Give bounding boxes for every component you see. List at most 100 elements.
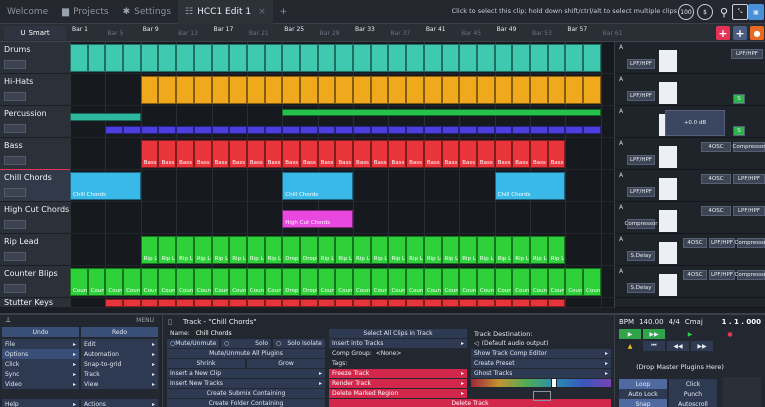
track-header[interactable]: Bass <box>0 138 70 170</box>
automation-label[interactable]: A <box>619 172 623 179</box>
tempo-display[interactable]: BPM 140.00 4/4 Cmaj <box>619 318 703 326</box>
clip[interactable]: Bass <box>494 140 513 168</box>
clip[interactable]: Counter Bl... <box>476 268 495 296</box>
clip[interactable]: Bass <box>388 140 407 168</box>
color-selector-handle[interactable] <box>551 378 557 388</box>
plugin-slot[interactable]: LPF/HPF <box>733 206 765 216</box>
tab-edit[interactable]: ☷ HCC1 Edit 1 × <box>178 0 273 24</box>
clip[interactable] <box>211 44 230 72</box>
plugin-slot[interactable]: Compressor <box>735 238 765 248</box>
clip[interactable]: Counter Bl... <box>547 268 566 296</box>
clip[interactable] <box>193 126 212 134</box>
clip[interactable] <box>388 126 407 134</box>
clip[interactable] <box>229 299 247 307</box>
grow-button[interactable]: Grow <box>247 359 325 368</box>
clip[interactable] <box>476 44 495 72</box>
clip[interactable]: Counter Bl... <box>246 268 265 296</box>
clip[interactable]: Counter Bl... <box>211 268 230 296</box>
clip[interactable] <box>370 126 389 134</box>
color-swatch-bar[interactable] <box>471 379 611 387</box>
clip[interactable]: Bass <box>476 140 495 168</box>
track-header[interactable]: Hi-Hats <box>0 74 70 106</box>
clip[interactable] <box>547 44 566 72</box>
clip[interactable] <box>388 76 407 104</box>
automation-label[interactable]: A <box>619 76 623 83</box>
clip[interactable]: Counter Bl... <box>423 268 442 296</box>
track-name-field[interactable]: Chill Chords <box>196 330 232 337</box>
clip[interactable] <box>158 299 177 307</box>
clip[interactable]: Rip Lead <box>335 236 354 264</box>
clip[interactable]: Rip Lead <box>158 236 177 264</box>
clip[interactable]: Counter Bl... <box>317 268 336 296</box>
automation-label[interactable]: A <box>619 108 623 115</box>
clip[interactable]: Rip Lead <box>353 236 371 264</box>
clip[interactable]: Counter Bl... <box>512 268 530 296</box>
folder-button[interactable]: Create Folder Containing <box>167 399 325 407</box>
clip[interactable]: Counter Bl... <box>229 268 247 296</box>
clip[interactable]: Rip Lead <box>476 236 495 264</box>
tab-welcome[interactable]: Welcome <box>0 0 55 24</box>
tab-projects[interactable]: ▆ Projects <box>55 0 115 24</box>
play-loop-icon[interactable]: ▶▶ <box>643 329 665 339</box>
clip[interactable] <box>583 44 601 72</box>
clip[interactable]: Rip Lead <box>512 236 530 264</box>
clip[interactable]: Rip Lead <box>529 236 548 264</box>
shrink-button[interactable]: Shrink <box>167 359 245 368</box>
volume-fader[interactable] <box>659 274 677 296</box>
track-header[interactable]: Stutter Keys <box>0 298 70 308</box>
clip[interactable]: Bass <box>370 140 389 168</box>
clip[interactable]: Droplets R... <box>282 236 300 264</box>
clip[interactable]: Counter Bl... <box>388 268 407 296</box>
punch-button[interactable]: Punch <box>669 389 717 399</box>
clip[interactable] <box>583 126 601 134</box>
clip[interactable] <box>299 299 318 307</box>
mute-all-plugins-button[interactable]: Mute/Unmute All Plugins <box>167 349 325 358</box>
clip[interactable] <box>176 299 194 307</box>
clip[interactable] <box>370 299 389 307</box>
create-preset-button[interactable]: Create Preset ▸ <box>471 359 611 368</box>
clip[interactable] <box>140 44 159 72</box>
show-comp-editor-button[interactable]: Show Track Comp Editor ▸ <box>471 349 611 358</box>
clip[interactable] <box>388 44 407 72</box>
clip[interactable]: Rip Lead <box>388 236 407 264</box>
plugin-slot[interactable]: 4OSC <box>701 174 731 184</box>
clip[interactable] <box>193 44 212 72</box>
clip[interactable]: Counter Bl... <box>583 268 601 296</box>
clip[interactable] <box>512 299 530 307</box>
clip[interactable]: Bass <box>264 140 283 168</box>
clip[interactable]: Counter Bl... <box>494 268 513 296</box>
clip[interactable] <box>70 113 141 121</box>
clip[interactable]: Counter Bl... <box>140 268 159 296</box>
clip[interactable] <box>264 126 283 134</box>
solo-isolate-button[interactable]: ○ Solo Isolate <box>273 339 325 348</box>
clip[interactable]: Bass <box>529 140 548 168</box>
clip[interactable] <box>299 126 318 134</box>
rewind-button[interactable]: ◀◀ <box>667 341 689 351</box>
clip[interactable]: Bass <box>299 140 318 168</box>
clip[interactable]: Counter Bl... <box>565 268 584 296</box>
clip[interactable]: Counter Bl... <box>406 268 424 296</box>
clip[interactable] <box>459 126 477 134</box>
plugin-slot[interactable]: LPF/HPF <box>733 174 765 184</box>
volume-fader[interactable] <box>659 50 677 72</box>
render-track-button[interactable]: Render Track ▸ <box>329 379 467 388</box>
clip[interactable]: Chill Chords <box>282 172 354 200</box>
clip[interactable]: Counter Bl... <box>87 268 106 296</box>
clip[interactable] <box>370 44 389 72</box>
plugin-slot[interactable]: Compressor <box>735 270 765 280</box>
clip[interactable] <box>565 76 584 104</box>
clip[interactable] <box>123 299 141 307</box>
clip[interactable] <box>547 299 566 307</box>
plugin-slot[interactable]: Compressor <box>625 219 657 229</box>
clip[interactable]: Rip Lead <box>370 236 389 264</box>
clip[interactable] <box>406 76 424 104</box>
clip[interactable]: Bass <box>246 140 265 168</box>
clip[interactable] <box>317 299 336 307</box>
insert-tracks-button[interactable]: Insert New Tracks ▸ <box>167 379 325 388</box>
clip[interactable] <box>494 44 513 72</box>
plugin-slot[interactable]: 4OSC <box>701 142 731 152</box>
clip[interactable]: Counter Bl... <box>441 268 460 296</box>
forward-button[interactable]: ▶▶ <box>691 341 713 351</box>
clip[interactable]: Chill Chords <box>494 172 566 200</box>
plugin-slot[interactable]: 4OSC <box>683 270 707 280</box>
